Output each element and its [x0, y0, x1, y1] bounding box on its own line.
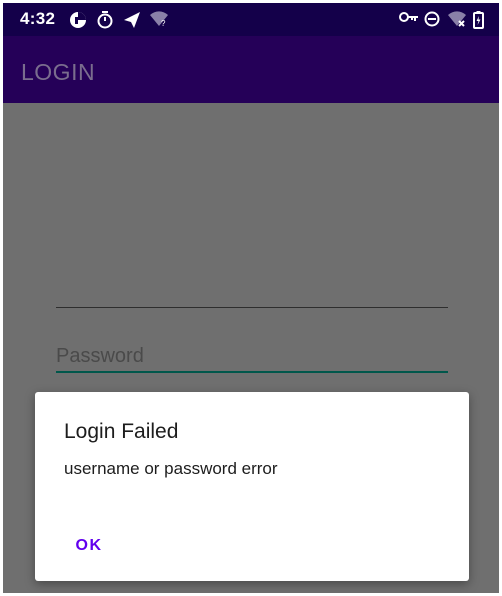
dialog-title: Login Failed: [64, 420, 179, 443]
phone-screen: 4:32 ? LOGIN Login Failed username or pa…: [3, 3, 499, 593]
status-bar: 4:32 ?: [3, 3, 499, 36]
app-title: LOGIN: [21, 59, 96, 85]
login-failed-dialog: Login Failed username or password error …: [35, 392, 469, 581]
timer-icon: [97, 11, 113, 29]
send-icon: [124, 12, 140, 28]
do-not-disturb-icon: [424, 11, 440, 27]
app-bar: LOGIN: [3, 36, 499, 103]
dialog-message: username or password error: [64, 459, 278, 478]
username-field[interactable]: [56, 307, 448, 308]
password-field[interactable]: [56, 341, 448, 371]
status-time: 4:32: [20, 9, 56, 28]
svg-text:?: ?: [161, 19, 166, 27]
battery-icon: [473, 11, 484, 29]
wifi-off-icon: [448, 11, 466, 27]
app-notification-icon: [70, 12, 86, 28]
wifi-question-icon: ?: [150, 11, 168, 27]
ok-button[interactable]: OK: [63, 528, 115, 564]
password-underline: [56, 371, 448, 373]
vpn-key-icon: [399, 12, 418, 22]
